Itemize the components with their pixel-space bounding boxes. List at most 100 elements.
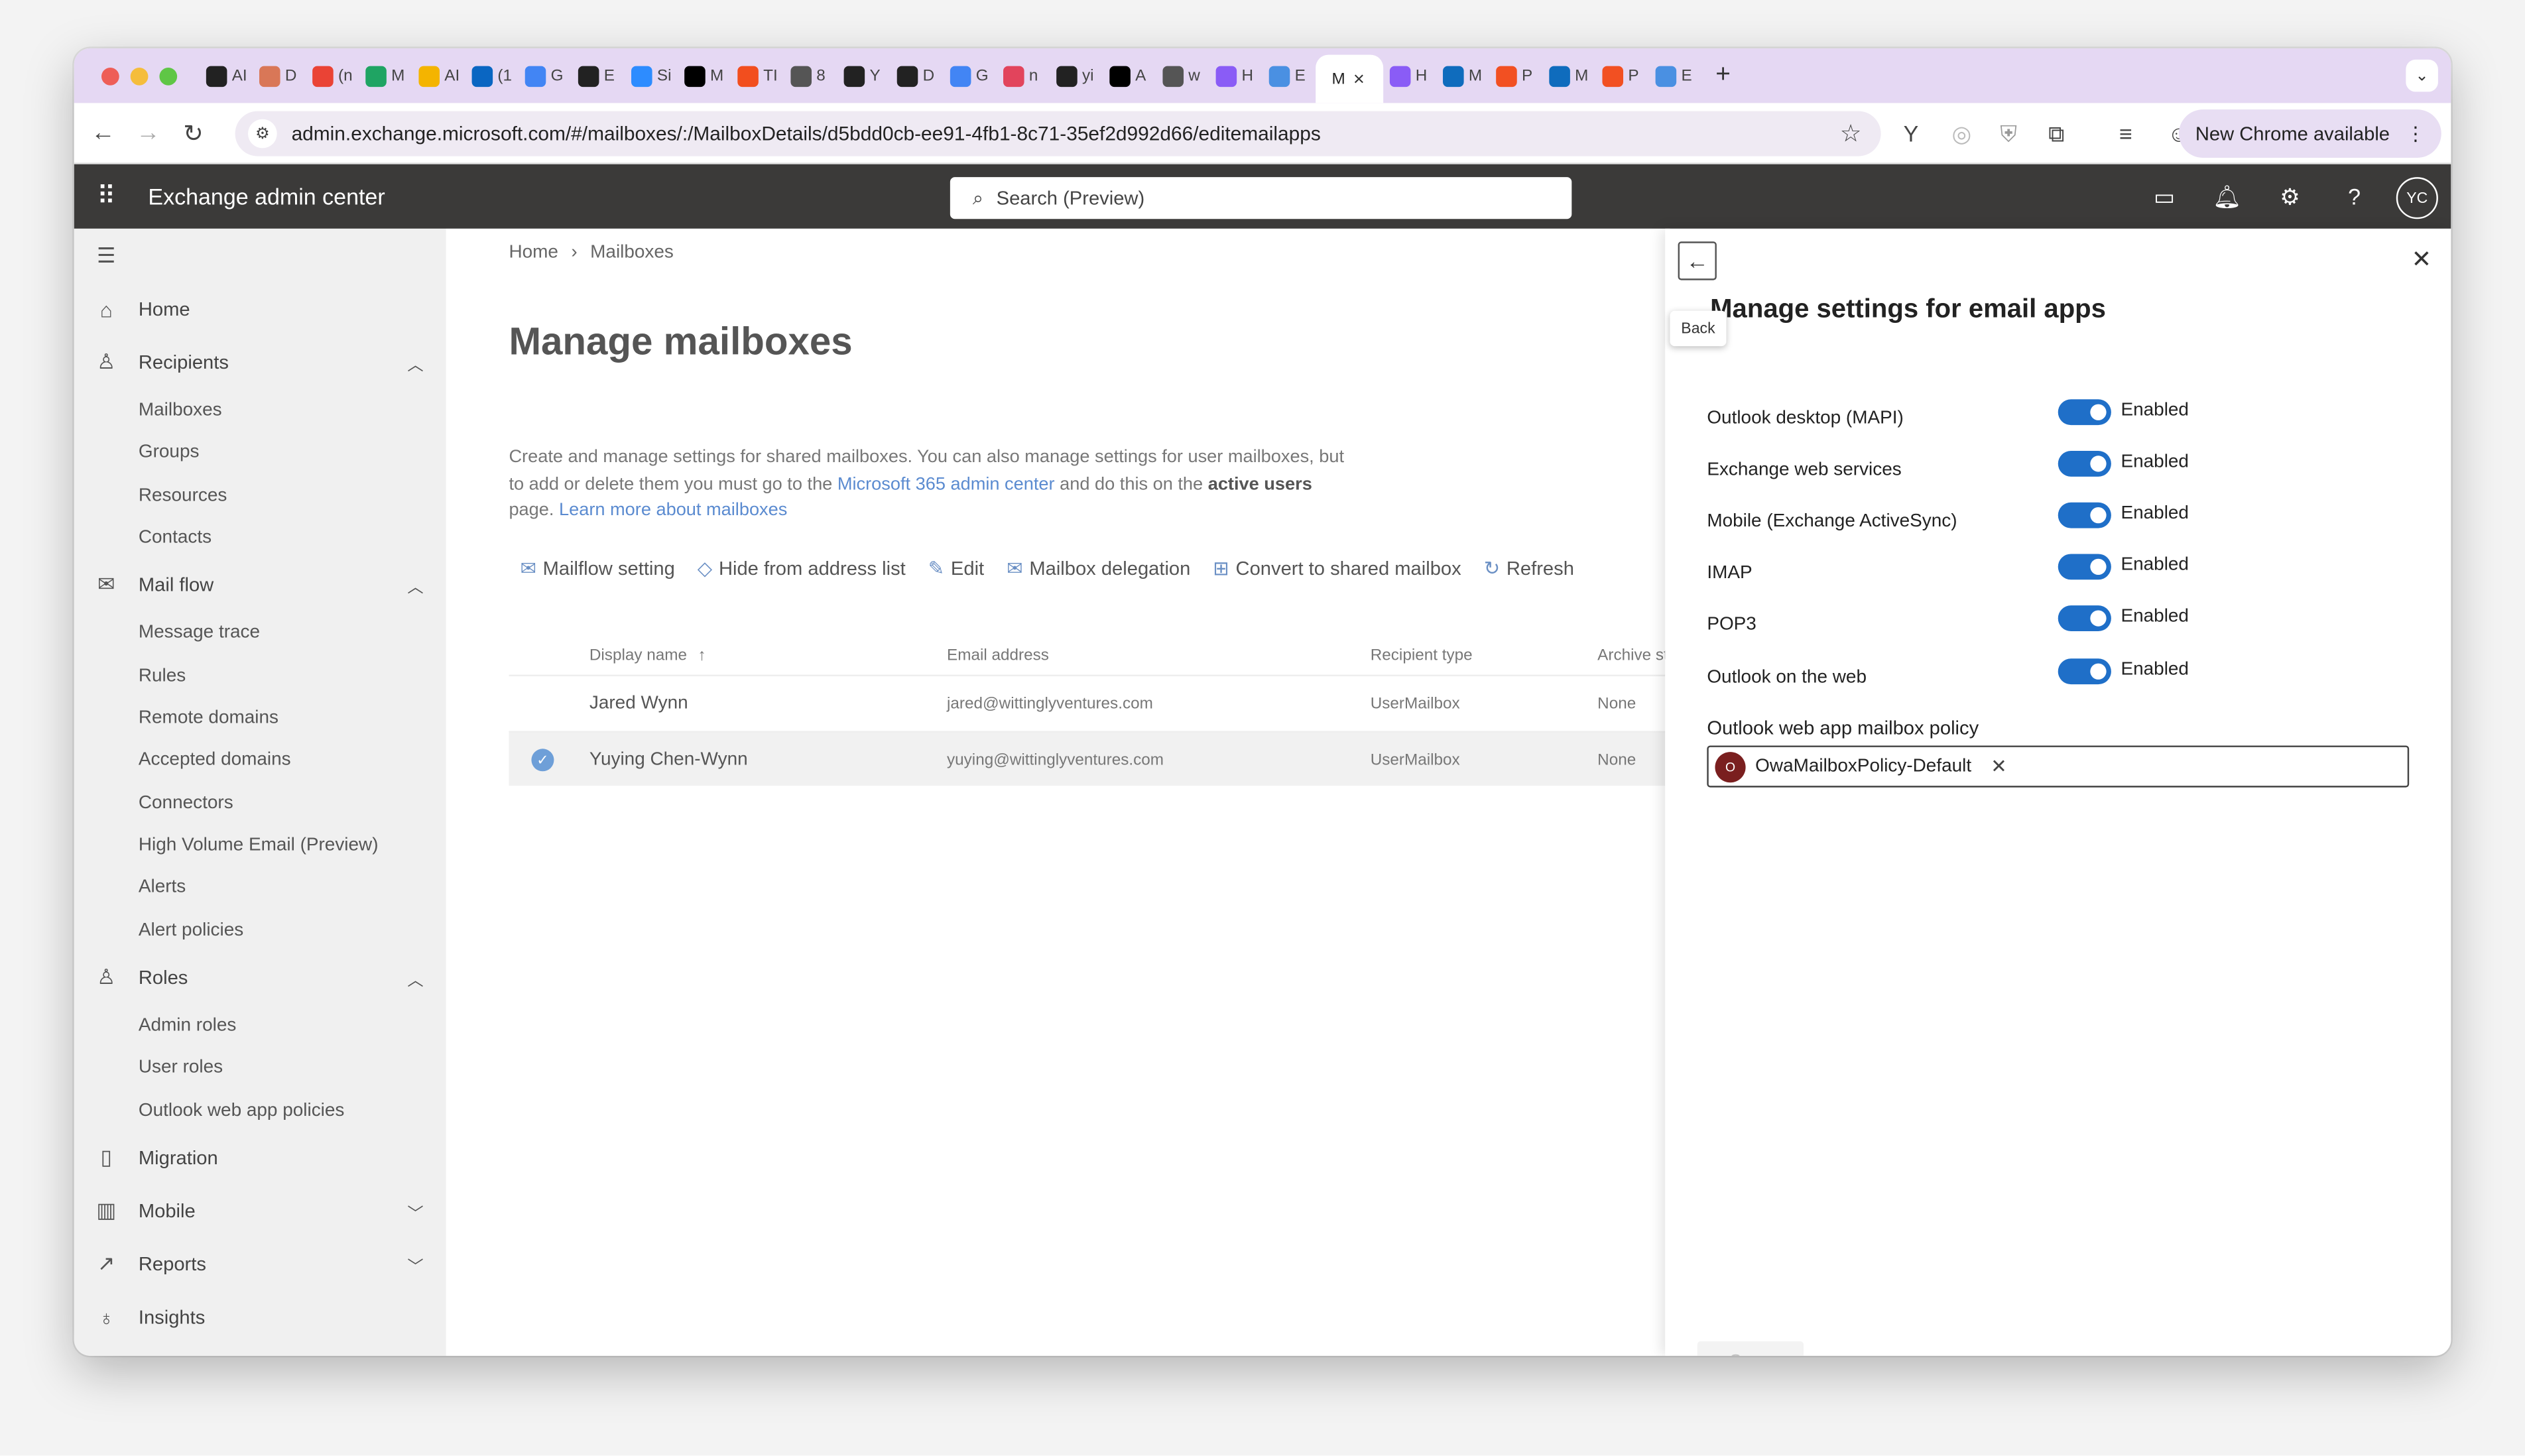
mailflow-setting-button[interactable]: ✉ Mailflow setting xyxy=(520,557,674,579)
sidebar-item-admin-roles[interactable]: Admin roles xyxy=(139,1008,236,1043)
extension-icon[interactable]: Y xyxy=(1904,103,1919,164)
owa-toggle[interactable] xyxy=(2058,658,2111,685)
hamburger-icon[interactable]: ☰ xyxy=(74,235,446,277)
sidebar-item-mobile[interactable]: ▥ Mobile ﹀ xyxy=(74,1190,446,1232)
address-bar[interactable]: ⚙ admin.exchange.microsoft.com/#/mailbox… xyxy=(235,111,1881,156)
sidebar-item-reports[interactable]: ↗ Reports ﹀ xyxy=(74,1243,446,1285)
remove-policy-icon[interactable]: ✕ xyxy=(1991,755,2006,778)
browser-tab[interactable]: H xyxy=(1209,55,1262,97)
refresh-button[interactable]: ↻ Refresh xyxy=(1484,557,1574,579)
minimize-window-button[interactable] xyxy=(130,66,149,85)
sidebar-item-groups[interactable]: Groups xyxy=(139,435,200,470)
browser-tab[interactable]: M xyxy=(359,55,412,97)
sidebar-item-insights[interactable]: ♁ Insights xyxy=(74,1296,446,1338)
browser-tab[interactable]: AI xyxy=(200,55,253,97)
browser-tab[interactable]: (1 xyxy=(465,55,519,97)
column-header-email[interactable]: Email address xyxy=(947,647,1049,665)
close-icon[interactable]: ✕ xyxy=(2412,245,2432,274)
sidebar-item-high-volume-email[interactable]: High Volume Email (Preview) xyxy=(139,827,379,863)
browser-tab[interactable]: E xyxy=(1649,55,1702,97)
browser-tab[interactable]: E xyxy=(1262,55,1316,97)
mapi-toggle[interactable] xyxy=(2058,399,2111,426)
table-row[interactable]: Jared Wynn jared@wittinglyventures.com U… xyxy=(509,674,1670,730)
sidebar-item-owa-policies[interactable]: Outlook web app policies xyxy=(139,1093,345,1128)
convert-to-shared-button[interactable]: ⊞ Convert to shared mailbox xyxy=(1213,557,1461,579)
sidebar-item-remote-domains[interactable]: Remote domains xyxy=(139,700,278,735)
browser-tab[interactable]: E xyxy=(572,55,625,97)
avatar[interactable]: YC xyxy=(2396,177,2438,219)
app-launcher-icon[interactable]: ⠿ xyxy=(74,180,139,213)
sidebar-item-alerts[interactable]: Alerts xyxy=(139,869,186,904)
sidebar-item-home[interactable]: ⌂ Home xyxy=(74,288,446,330)
browser-tab[interactable]: Y xyxy=(837,55,891,97)
sidebar-item-message-trace[interactable]: Message trace xyxy=(139,615,260,650)
breadcrumb-mailboxes[interactable]: Mailboxes xyxy=(590,243,674,263)
row-checkmark-icon[interactable]: ✓ xyxy=(531,749,554,772)
breadcrumb-home[interactable]: Home xyxy=(509,243,558,263)
sidebar-item-contacts[interactable]: Contacts xyxy=(139,520,212,555)
new-tab-button[interactable]: + xyxy=(1702,61,1744,90)
browser-tab[interactable]: G xyxy=(519,55,572,97)
mailbox-delegation-button[interactable]: ✉ Mailbox delegation xyxy=(1007,557,1190,579)
sidebar-item-mailboxes[interactable]: Mailboxes xyxy=(139,393,222,428)
browser-tab[interactable]: D xyxy=(891,55,944,97)
help-icon[interactable]: ? xyxy=(2330,164,2378,229)
browser-tab[interactable]: Si xyxy=(625,55,678,97)
pop3-toggle[interactable] xyxy=(2058,605,2111,632)
extensions-puzzle-icon[interactable]: ⧉ xyxy=(2048,103,2064,164)
browser-tab[interactable]: M xyxy=(1436,55,1489,97)
browser-tab[interactable]: M xyxy=(1543,55,1596,97)
new-chrome-available-button[interactable]: New Chrome available ⋮ xyxy=(2179,109,2441,158)
sidebar-item-alert-policies[interactable]: Alert policies xyxy=(139,913,243,948)
maximize-window-button[interactable] xyxy=(159,66,178,85)
sidebar-item-mail-flow[interactable]: ✉ Mail flow ︿ xyxy=(74,564,446,605)
column-header-display-name[interactable]: Display name ↑ xyxy=(589,647,706,665)
browser-tab[interactable]: P xyxy=(1489,55,1542,97)
browser-tab[interactable]: P xyxy=(1596,55,1649,97)
browser-tab[interactable]: H xyxy=(1383,55,1436,97)
bookmark-star-icon[interactable]: ☆ xyxy=(1840,119,1862,148)
forward-arrow-icon[interactable]: → xyxy=(125,119,170,147)
browser-tab[interactable]: n xyxy=(997,55,1050,97)
browser-tab[interactable]: D xyxy=(253,55,306,97)
browser-tab[interactable]: TI xyxy=(731,55,784,97)
tab-search-button[interactable]: ⌄ xyxy=(2406,59,2438,92)
browser-tab[interactable]: AI xyxy=(412,55,465,97)
reload-icon[interactable]: ↻ xyxy=(170,119,216,147)
sidebar-item-roles[interactable]: ♙ Roles ︿ xyxy=(74,957,446,999)
terminal-icon[interactable]: ▭ xyxy=(2140,164,2189,229)
owa-policy-picker[interactable]: O OwaMailboxPolicy-Default ✕ xyxy=(1707,745,2410,788)
extension-icon[interactable]: ◎ xyxy=(1951,103,1971,164)
edit-button[interactable]: ✎ Edit xyxy=(928,557,984,579)
back-arrow-icon[interactable]: ← xyxy=(80,119,125,147)
imap-toggle[interactable] xyxy=(2058,554,2111,580)
browser-tab[interactable]: M xyxy=(678,55,731,97)
active-browser-tab[interactable]: M × xyxy=(1316,54,1384,103)
hide-from-address-list-button[interactable]: ◇ Hide from address list xyxy=(698,557,906,579)
ews-toggle[interactable] xyxy=(2058,451,2111,477)
gear-icon[interactable]: ⚙ xyxy=(2266,164,2314,229)
browser-tab[interactable]: yi xyxy=(1050,55,1103,97)
close-window-button[interactable] xyxy=(101,66,119,85)
browser-tab[interactable]: w xyxy=(1156,55,1209,97)
sidebar-item-rules[interactable]: Rules xyxy=(139,658,186,694)
table-row[interactable]: ✓ Yuying Chen-Wynn yuying@wittinglyventu… xyxy=(509,731,1670,786)
column-header-recipient-type[interactable]: Recipient type xyxy=(1371,647,1473,665)
sidebar-item-recipients[interactable]: ♙ Recipients ︿ xyxy=(74,341,446,383)
sidebar-item-connectors[interactable]: Connectors xyxy=(139,786,233,821)
sidebar-item-user-roles[interactable]: User roles xyxy=(139,1050,223,1085)
sidebar-item-accepted-domains[interactable]: Accepted domains xyxy=(139,743,291,778)
back-arrow-icon[interactable]: ← xyxy=(1678,241,1717,280)
bell-icon[interactable]: 🔔︎ xyxy=(2203,164,2251,229)
shield-icon[interactable]: ⛨ xyxy=(2000,103,2017,164)
browser-tab[interactable]: G xyxy=(944,55,997,97)
column-header-archive-status[interactable]: Archive st xyxy=(1597,647,1668,665)
close-tab-icon[interactable]: × xyxy=(1353,68,1365,90)
sidebar-item-resources[interactable]: Resources xyxy=(139,478,227,513)
search-input[interactable]: ⌕ Search (Preview) xyxy=(950,177,1572,219)
media-icon[interactable]: ≡ xyxy=(2119,103,2132,164)
save-button[interactable]: Save xyxy=(1697,1341,1804,1356)
activesync-toggle[interactable] xyxy=(2058,502,2111,528)
sidebar-item-migration[interactable]: ▯ Migration xyxy=(74,1137,446,1179)
browser-tab[interactable]: 8 xyxy=(784,55,837,97)
